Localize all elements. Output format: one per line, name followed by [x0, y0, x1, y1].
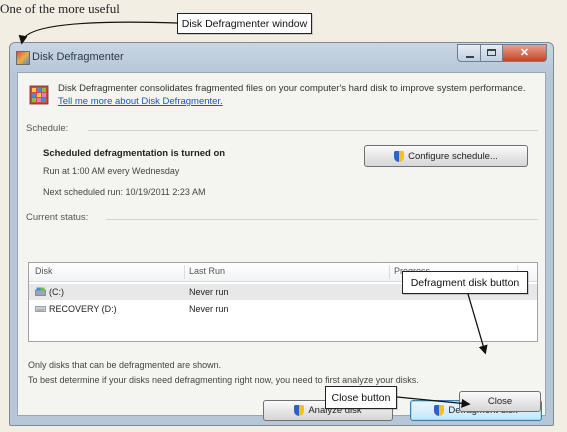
arrow-to-close-button [396, 396, 471, 408]
callout-arrows [18, 21, 488, 408]
arrow-to-window [18, 21, 178, 45]
arrow-to-defragment-button [467, 293, 488, 355]
